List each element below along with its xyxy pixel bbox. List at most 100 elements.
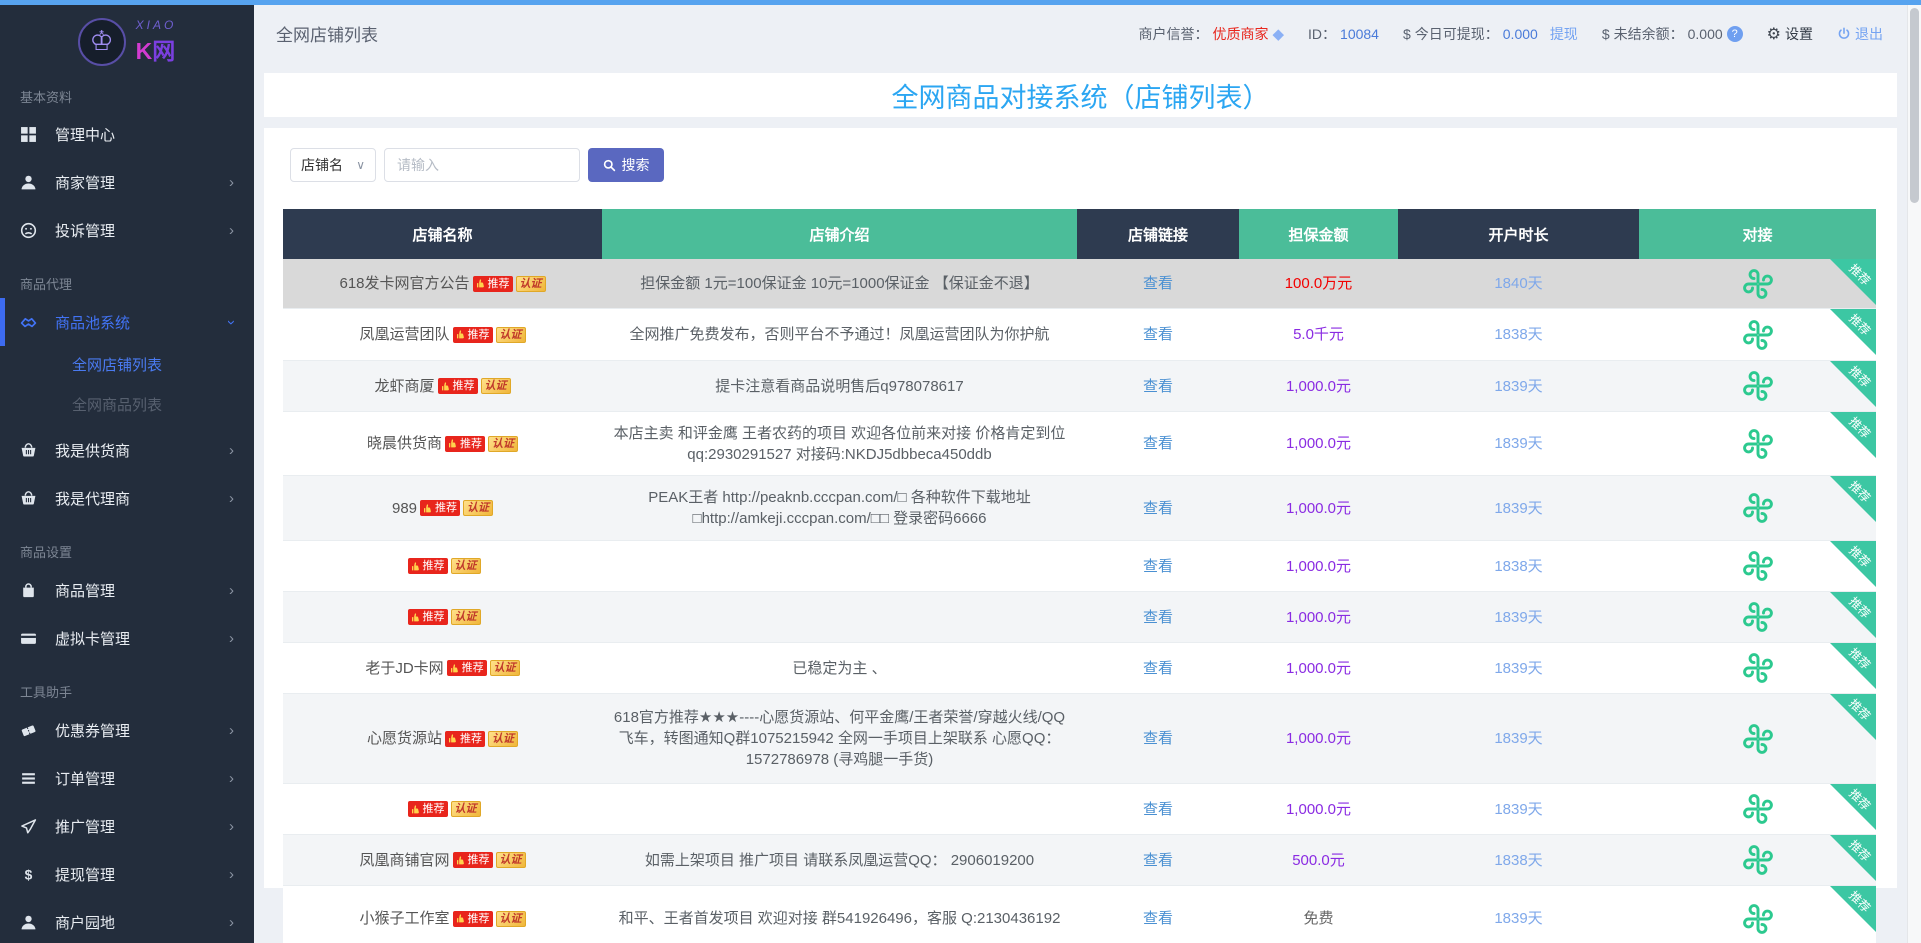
search-input[interactable] — [384, 148, 580, 182]
recommend-ribbon-label: 推荐 — [1839, 587, 1881, 629]
scrollbar-thumb[interactable] — [1910, 8, 1919, 203]
sidebar-item[interactable]: 商户园地› — [0, 898, 254, 943]
view-link[interactable]: 查看 — [1143, 324, 1173, 345]
unsettled-group: $ 未结余额： 0.000 ? — [1602, 24, 1743, 44]
connect-icon[interactable] — [1741, 843, 1775, 877]
view-link[interactable]: 查看 — [1143, 658, 1173, 679]
sidebar-item[interactable]: 商品管理› — [0, 566, 254, 614]
scrollbar[interactable] — [1907, 5, 1921, 943]
connect-icon[interactable] — [1741, 549, 1775, 583]
view-link[interactable]: 查看 — [1143, 728, 1173, 749]
deposit-cell: 1,000.0元 — [1239, 412, 1398, 475]
view-link[interactable]: 查看 — [1143, 850, 1173, 871]
settings-link[interactable]: 设置 — [1785, 24, 1813, 44]
sidebar-item[interactable]: 商品池系统› — [0, 298, 254, 346]
sidebar-item[interactable]: 我是代理商› — [0, 474, 254, 522]
connect-icon[interactable] — [1741, 651, 1775, 685]
chevron-right-icon: › — [229, 630, 234, 647]
table-row: 心愿货源站 推荐 认证 618官方推荐★★★----心愿货源站、何平金鹰/王者荣… — [283, 694, 1876, 784]
recommend-badge-label: 推荐 — [453, 378, 475, 394]
deposit-cell: 1,000.0元 — [1239, 784, 1398, 834]
dollar-icon: $ — [1403, 26, 1411, 42]
table-row: 龙虾商厦 推荐 认证 提卡注意看商品说明售后q978078617 查看 1,00… — [283, 361, 1876, 412]
withdraw-link[interactable]: 提现 — [1550, 24, 1578, 44]
brand-logo[interactable]: ♔ XIAO K网 — [0, 5, 254, 78]
view-link[interactable]: 查看 — [1143, 799, 1173, 820]
store-desc-cell: 提卡注意看商品说明售后q978078617 — [602, 361, 1077, 411]
connect-icon[interactable] — [1741, 792, 1775, 826]
thumbs-up-icon — [411, 561, 421, 572]
deposit-amount: 100.0万元 — [1285, 273, 1353, 294]
recommend-ribbon: 推荐 — [1830, 643, 1876, 689]
brand-text: XIAO K网 — [136, 18, 177, 66]
sidebar-item[interactable]: 虚拟卡管理 › — [0, 614, 254, 662]
view-link[interactable]: 查看 — [1143, 498, 1173, 519]
brand-king-icon: ♔ — [78, 18, 126, 66]
logout-link[interactable]: 退出 — [1855, 24, 1883, 44]
sidebar-item[interactable]: 订单管理› — [0, 754, 254, 802]
vcard-icon — [20, 629, 40, 647]
account-age-cell: 1838天 — [1398, 835, 1639, 885]
sidebar-item[interactable]: 投诉管理› — [0, 206, 254, 254]
deposit-amount: 1,000.0元 — [1286, 498, 1351, 519]
sidebar-item-label: 商户园地 — [55, 912, 115, 933]
thumbs-up-icon — [441, 381, 451, 392]
sidebar-item[interactable]: 推广管理 › — [0, 802, 254, 850]
sidebar-item[interactable]: 商家管理› — [0, 158, 254, 206]
view-link[interactable]: 查看 — [1143, 376, 1173, 397]
connect-icon[interactable] — [1741, 267, 1775, 301]
agent-icon — [20, 489, 40, 507]
sidebar-item[interactable]: 管理中心 — [0, 110, 254, 158]
view-link[interactable]: 查看 — [1143, 273, 1173, 294]
recommend-badge: 推荐 — [453, 327, 493, 343]
connect-icon[interactable] — [1741, 318, 1775, 352]
account-age: 1839天 — [1494, 433, 1542, 454]
recommend-ribbon-label: 推荐 — [1839, 471, 1881, 513]
sidebar-item[interactable]: 我是供货商› — [0, 426, 254, 474]
store-name-cell: 凤凰商铺官网 推荐 认证 — [283, 835, 602, 885]
connect-icon[interactable] — [1741, 722, 1775, 756]
deposit-cell: 1,000.0元 — [1239, 361, 1398, 411]
connect-icon[interactable] — [1741, 369, 1775, 403]
sidebar-item-label: 虚拟卡管理 — [55, 628, 130, 649]
connect-icon[interactable] — [1741, 902, 1775, 936]
sidebar-item[interactable]: $提现管理› — [0, 850, 254, 898]
chevron-right-icon: › — [229, 818, 234, 835]
order-icon — [20, 769, 40, 787]
thumbs-up-icon — [423, 503, 433, 514]
deposit-amount: 5.0千元 — [1293, 324, 1344, 345]
thumbs-up-icon — [476, 278, 486, 289]
main-content: 全网商品对接系统（店铺列表） 店铺名 ∨ 搜索 店铺名称店铺介绍店铺链接担保金额… — [254, 62, 1907, 943]
connect-icon[interactable] — [1741, 491, 1775, 525]
view-link[interactable]: 查看 — [1143, 556, 1173, 577]
table-row: 推荐 认证 查看 1,000.0元 1839天 推荐 — [283, 784, 1876, 835]
recommend-ribbon-label: 推荐 — [1839, 779, 1881, 821]
brand-k: K — [136, 38, 153, 64]
recommend-ribbon: 推荐 — [1830, 361, 1876, 407]
merchant-garden-icon — [20, 913, 40, 931]
thumbs-up-icon — [448, 733, 458, 744]
view-link[interactable]: 查看 — [1143, 908, 1173, 929]
settings-group[interactable]: ⚙ 设置 — [1767, 24, 1813, 44]
search-field-select[interactable]: 店铺名 ∨ — [290, 148, 376, 182]
sidebar-nav: 基本资料管理中心商家管理›投诉管理›商品代理商品池系统›全网店铺列表全网商品列表… — [0, 78, 254, 943]
logout-group[interactable]: 退出 — [1837, 24, 1883, 44]
view-link[interactable]: 查看 — [1143, 607, 1173, 628]
sidebar-item[interactable]: 优惠券管理› — [0, 706, 254, 754]
diamond-icon: ◆ — [1272, 25, 1284, 43]
table-row: 凤凰商铺官网 推荐 认证 如需上架项目 推广项目 请联系凤凰运营QQ： 2906… — [283, 835, 1876, 886]
view-link[interactable]: 查看 — [1143, 433, 1173, 454]
connect-icon[interactable] — [1741, 600, 1775, 634]
table-row: 小猴子工作室 推荐 认证 和平、王者首发项目 欢迎对接 群541926496，客… — [283, 886, 1876, 943]
search-button[interactable]: 搜索 — [588, 148, 664, 182]
sidebar-item-label: 推广管理 — [55, 816, 115, 837]
account-age: 1839天 — [1494, 498, 1542, 519]
store-link-cell: 查看 — [1077, 412, 1239, 475]
connect-icon[interactable] — [1741, 427, 1775, 461]
withdrawable-label: 今日可提现： — [1415, 24, 1499, 44]
sidebar-subitem[interactable]: 全网店铺列表 — [0, 346, 254, 386]
sidebar-subitem[interactable]: 全网商品列表 — [0, 386, 254, 426]
deposit-amount: 1,000.0元 — [1286, 376, 1351, 397]
deposit-amount: 1,000.0元 — [1286, 433, 1351, 454]
help-icon[interactable]: ? — [1727, 26, 1743, 42]
